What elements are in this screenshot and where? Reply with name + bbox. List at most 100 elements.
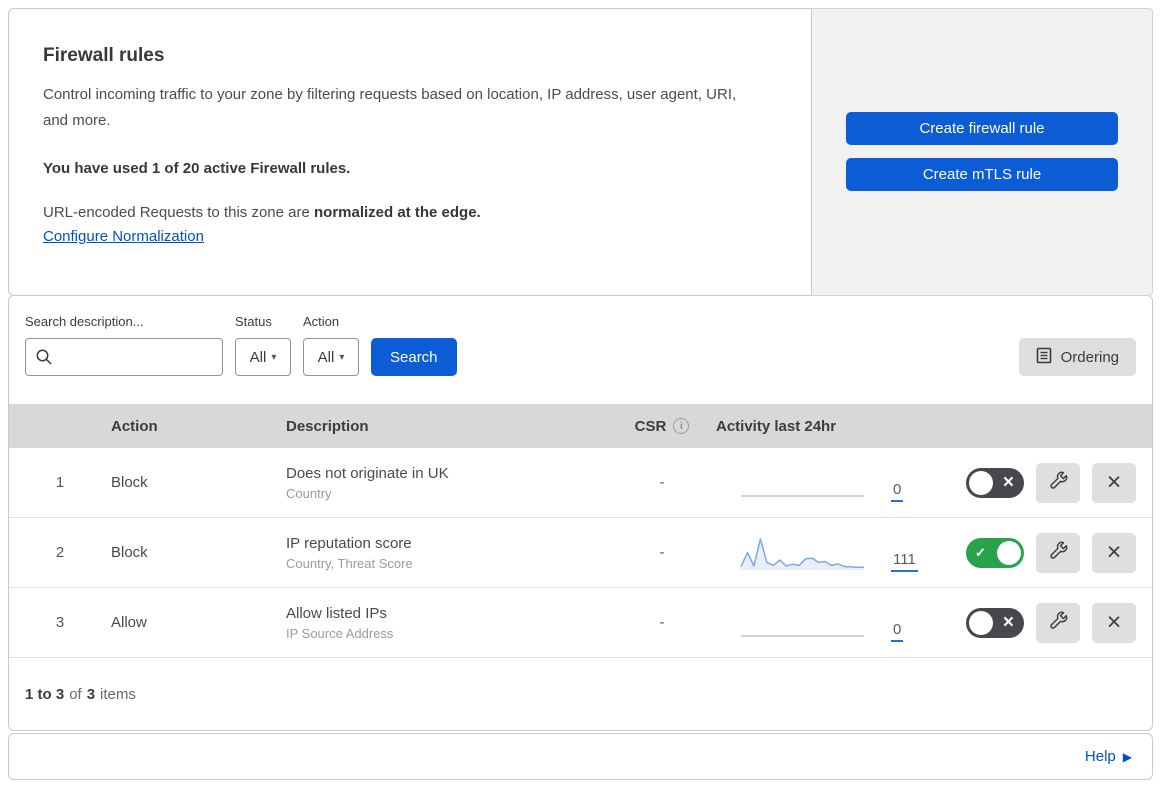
rule-controls: × — [961, 532, 1152, 573]
arrow-right-icon: ▶ — [1122, 749, 1132, 764]
rule-description-cell: Does not originate in UK Country — [286, 465, 608, 501]
page-description: Control incoming traffic to your zone by… — [43, 86, 737, 129]
delete-rule-button[interactable]: × — [1092, 532, 1136, 573]
action-filter-value: All — [317, 348, 335, 366]
normalization-text-regular: URL-encoded Requests to this zone are — [43, 204, 310, 221]
create-firewall-rule-button[interactable]: Create firewall rule — [846, 112, 1118, 145]
rule-fields: Country, Threat Score — [286, 555, 413, 571]
rule-action: Block — [111, 544, 148, 561]
page-title: Firewall rules — [43, 45, 165, 66]
toggle-state-icon — [975, 538, 986, 568]
activity-count-link[interactable]: 0 — [891, 622, 904, 642]
rule-enabled-toggle[interactable] — [966, 537, 1024, 568]
close-icon: × — [1106, 608, 1122, 636]
rule-number: 3 — [55, 614, 65, 631]
action-filter-label: Action — [303, 314, 340, 329]
rule-enabled-toggle[interactable] — [966, 607, 1024, 638]
toggle-knob — [997, 540, 1021, 565]
search-box — [25, 338, 223, 376]
pagination-summary: 1 to 3 of 3 items — [9, 658, 1152, 730]
chevron-down-icon: ▾ — [271, 351, 277, 363]
edit-rule-button[interactable] — [1036, 462, 1080, 503]
search-description-input[interactable] — [25, 338, 223, 376]
table-header: Action Description CSR i Activity last 2… — [9, 404, 1152, 448]
close-icon: × — [1106, 538, 1122, 566]
rule-number: 2 — [55, 544, 65, 561]
activity-count-link[interactable]: 111 — [891, 552, 918, 572]
search-description-group: Search description... — [25, 314, 223, 376]
status-filter-select[interactable]: All ▾ — [235, 338, 291, 376]
rule-description: Does not originate in UK — [286, 464, 449, 482]
rule-fields: Country — [286, 485, 332, 501]
filter-bar: Search description... Status All ▾ Actio… — [9, 296, 1152, 404]
toggle-knob — [969, 470, 993, 495]
toggle-state-icon — [1003, 608, 1014, 638]
rule-activity-cell: 0 — [716, 604, 961, 642]
table-row: 3 Allow Allow listed IPs IP Source Addre… — [9, 588, 1152, 658]
activity-count-link[interactable]: 0 — [891, 482, 904, 502]
column-description: Description — [286, 417, 369, 435]
wrench-icon — [1047, 540, 1069, 565]
header-card: Firewall rules Control incoming traffic … — [8, 8, 812, 296]
status-filter-group: Status All ▾ — [235, 314, 291, 376]
table-row: 1 Block Does not originate in UK Country… — [9, 448, 1152, 518]
search-button[interactable]: Search — [371, 338, 457, 376]
activity-sparkline — [740, 464, 865, 502]
close-icon: × — [1106, 468, 1122, 496]
activity-sparkline — [740, 604, 865, 642]
edit-rule-button[interactable] — [1036, 602, 1080, 643]
rule-activity-cell: 111 — [716, 534, 961, 572]
help-link[interactable]: Help ▶ — [1085, 748, 1132, 765]
rule-fields: IP Source Address — [286, 625, 394, 641]
items-label: items — [100, 685, 136, 703]
rule-action: Allow — [111, 614, 147, 631]
status-filter-label: Status — [235, 314, 272, 329]
rule-action: Block — [111, 474, 148, 491]
normalization-text: URL-encoded Requests to this zone are no… — [43, 204, 767, 221]
rule-number: 1 — [55, 474, 65, 491]
rule-enabled-toggle[interactable] — [966, 467, 1024, 498]
wrench-icon — [1047, 610, 1069, 635]
wrench-icon — [1047, 470, 1069, 495]
rule-description-cell: Allow listed IPs IP Source Address — [286, 605, 608, 641]
status-filter-value: All — [249, 348, 267, 366]
rule-description: Allow listed IPs — [286, 604, 387, 622]
ordering-list-icon — [1036, 347, 1052, 368]
action-filter-group: Action All ▾ — [303, 314, 359, 376]
rule-description-cell: IP reputation score Country, Threat Scor… — [286, 535, 608, 571]
info-icon[interactable]: i — [673, 418, 690, 434]
items-range: 1 to 3 — [25, 685, 65, 703]
normalization-text-bold: normalized at the edge. — [314, 204, 481, 221]
action-filter-select[interactable]: All ▾ — [303, 338, 359, 376]
items-of: of — [69, 685, 82, 703]
chevron-down-icon: ▾ — [339, 351, 345, 363]
table-row: 2 Block IP reputation score Country, Thr… — [9, 518, 1152, 588]
rule-controls: × — [961, 462, 1152, 503]
create-mtls-rule-button[interactable]: Create mTLS rule — [846, 158, 1118, 191]
configure-normalization-link[interactable]: Configure Normalization — [43, 228, 204, 245]
column-activity: Activity last 24hr — [716, 417, 837, 435]
edit-rule-button[interactable] — [1036, 532, 1080, 573]
column-csr: CSR i — [635, 418, 690, 435]
column-action: Action — [111, 417, 158, 435]
firewall-rules-page: Firewall rules Control incoming traffic … — [0, 0, 1161, 791]
ordering-button[interactable]: Ordering — [1018, 338, 1136, 376]
rule-csr-value: - — [659, 614, 665, 631]
rule-controls: × — [961, 602, 1152, 643]
help-label: Help — [1084, 748, 1116, 765]
rule-description: IP reputation score — [286, 534, 412, 552]
help-bar: Help ▶ — [8, 733, 1153, 780]
toggle-knob — [969, 610, 993, 635]
rule-activity-cell: 0 — [716, 464, 961, 502]
toggle-state-icon — [1003, 468, 1014, 498]
rule-csr-value: - — [659, 474, 665, 491]
rules-list-card: Search description... Status All ▾ Actio… — [8, 295, 1153, 731]
ordering-button-label: Ordering — [1060, 348, 1119, 366]
delete-rule-button[interactable]: × — [1092, 602, 1136, 643]
search-description-label: Search description... — [25, 314, 144, 329]
delete-rule-button[interactable]: × — [1092, 462, 1136, 503]
items-total: 3 — [86, 685, 96, 703]
rule-csr-value: - — [659, 544, 665, 561]
header-section: Firewall rules Control incoming traffic … — [8, 8, 1153, 296]
header-side-panel: Create firewall rule Create mTLS rule — [812, 8, 1153, 296]
